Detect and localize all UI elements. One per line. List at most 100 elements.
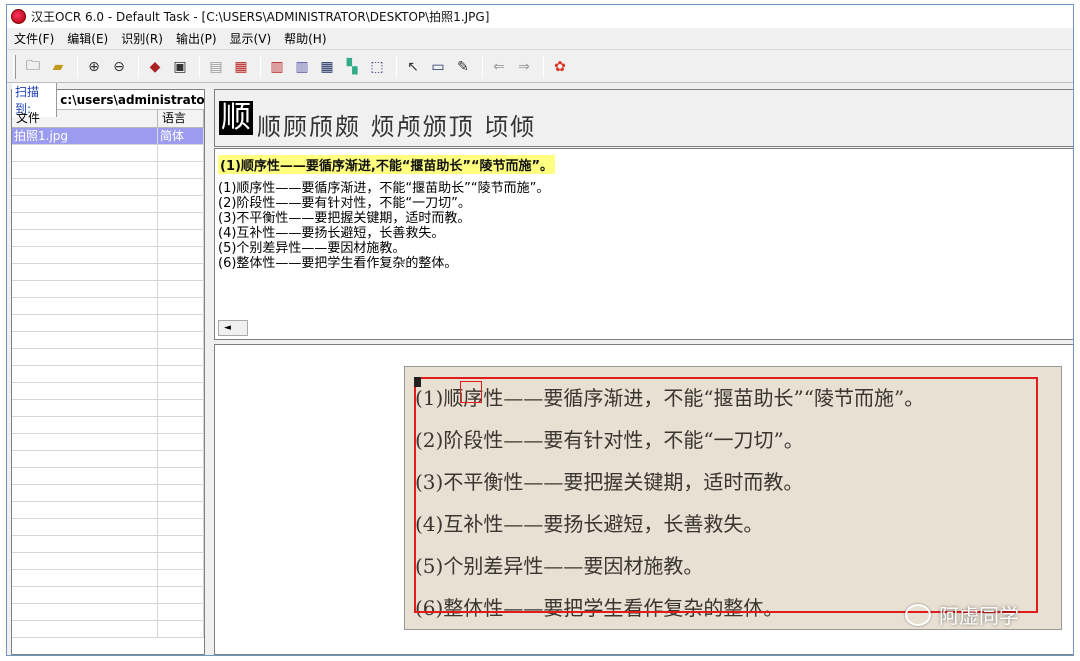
chart-icon[interactable]: ▚ (341, 56, 363, 78)
scan-path: c:\users\administrator (60, 92, 204, 107)
zoom-out-icon[interactable]: ⊖ (108, 56, 130, 78)
file-name (12, 604, 158, 620)
watermark-text: 阿虚同学 (939, 604, 1019, 628)
horizontal-scrollbar[interactable]: ◄ (218, 320, 248, 336)
image-icon[interactable]: ▣ (169, 56, 191, 78)
menu-file[interactable]: 文件(F) (7, 30, 60, 47)
file-row[interactable] (12, 502, 204, 519)
app-window: 汉王OCR 6.0 - Default Task - [C:\USERS\ADM… (6, 4, 1074, 656)
menu-view[interactable]: 显示(V) (223, 30, 278, 47)
menu-edit[interactable]: 编辑(E) (60, 30, 114, 47)
file-name (12, 587, 158, 603)
file-row[interactable] (12, 213, 204, 230)
recognition-region-box[interactable] (414, 377, 1038, 613)
file-row[interactable] (12, 468, 204, 485)
file-language (158, 315, 204, 331)
file-row[interactable] (12, 281, 204, 298)
file-row[interactable] (12, 332, 204, 349)
toolbar-grip[interactable] (13, 54, 16, 79)
file-row[interactable] (12, 179, 204, 196)
column-file[interactable]: 文件 (12, 110, 158, 127)
current-character-box (460, 381, 482, 403)
file-row[interactable] (12, 264, 204, 281)
file-name (12, 366, 158, 382)
recognized-line: (3)不平衡性——要把握关键期，适时而教。 (218, 211, 471, 226)
file-language (158, 400, 204, 416)
toolbar-separator (260, 55, 261, 78)
menu-output[interactable]: 输出(P) (169, 30, 223, 47)
file-name (12, 162, 158, 178)
file-row[interactable] (12, 604, 204, 621)
file-row[interactable] (12, 570, 204, 587)
region-marker (414, 377, 421, 387)
file-row[interactable] (12, 298, 204, 315)
select-icon[interactable]: ⬚ (366, 56, 388, 78)
file-row[interactable] (12, 400, 204, 417)
file-row[interactable] (12, 230, 204, 247)
file-row[interactable] (12, 519, 204, 536)
file-row[interactable] (12, 247, 204, 264)
color-icon[interactable]: ✿ (549, 56, 571, 78)
current-character: 顺 (219, 100, 253, 135)
file-list-header: 文件 语言 (12, 110, 204, 128)
page-icon[interactable]: ▤ (205, 56, 227, 78)
pointer-icon[interactable]: ↖ (402, 56, 424, 78)
file-row[interactable] (12, 485, 204, 502)
file-row[interactable] (12, 417, 204, 434)
menu-bar: 文件(F) 编辑(E) 识别(R) 输出(P) 显示(V) 帮助(H) (7, 28, 1073, 50)
scan-icon[interactable]: ◆ (144, 56, 166, 78)
menu-help[interactable]: 帮助(H) (277, 30, 332, 47)
file-name (12, 434, 158, 450)
back-arrow-icon[interactable]: ⇐ (488, 56, 510, 78)
recognized-line: (2)阶段性——要有针对性，不能“一刀切”。 (218, 196, 471, 211)
file-row[interactable] (12, 196, 204, 213)
folder-icon[interactable]: ▰ (47, 56, 69, 78)
file-language (158, 281, 204, 297)
window-title: 汉王OCR 6.0 - Default Task - [C:\USERS\ADM… (31, 10, 490, 24)
file-panel: 扫描到: c:\users\administrator 文件 语言 拍照1.jp… (11, 82, 205, 655)
file-row[interactable] (12, 451, 204, 468)
columns-icon[interactable]: ▥ (291, 56, 313, 78)
file-name (12, 179, 158, 195)
table-icon[interactable]: ▦ (316, 56, 338, 78)
file-row[interactable] (12, 536, 204, 553)
toolbar-separator (138, 55, 139, 78)
title-bar: 汉王OCR 6.0 - Default Task - [C:\USERS\ADM… (7, 5, 1073, 28)
layout-icon[interactable]: ▥ (266, 56, 288, 78)
file-row[interactable] (12, 145, 204, 162)
file-row[interactable] (12, 553, 204, 570)
toolbar-separator (199, 55, 200, 78)
file-row[interactable] (12, 383, 204, 400)
recognize-icon[interactable]: ▦ (230, 56, 252, 78)
file-name (12, 230, 158, 246)
zoom-in-icon[interactable]: ⊕ (83, 56, 105, 78)
file-row[interactable] (12, 366, 204, 383)
file-row[interactable] (12, 315, 204, 332)
file-row[interactable]: 拍照1.jpg 简体 (12, 128, 204, 145)
toolbar-separator (482, 55, 483, 78)
open-icon[interactable]: 🗀 (22, 56, 44, 78)
file-name (12, 519, 158, 535)
file-language (158, 604, 204, 620)
file-name (12, 570, 158, 586)
file-language (158, 383, 204, 399)
file-row[interactable] (12, 162, 204, 179)
recognized-line: (6)整体性——要把学生看作复杂的整体。 (218, 256, 458, 271)
recognized-line: (4)互补性——要扬长避短，长善救失。 (218, 226, 445, 241)
file-row[interactable] (12, 349, 204, 366)
file-language (158, 145, 204, 161)
file-name (12, 400, 158, 416)
file-row[interactable] (12, 621, 204, 638)
file-row[interactable] (12, 434, 204, 451)
file-name (12, 332, 158, 348)
candidate-characters[interactable]: 顺顾颀颇 烦颅颁顶 顷倾 (257, 107, 536, 142)
file-language (158, 298, 204, 314)
file-row[interactable] (12, 587, 204, 604)
menu-recognize[interactable]: 识别(R) (114, 30, 169, 47)
source-photo[interactable]: (1)顺序性——要循序渐进，不能“揠苗助长”“陵节而施”。 (2)阶段性——要有针… (404, 366, 1062, 630)
region-icon[interactable]: ▭ (427, 56, 449, 78)
recognized-text-pane[interactable]: (1)顺序性——要循序渐进,不能“揠苗助长”“陵节而施”。 (1)顺序性——要循… (214, 148, 1073, 340)
forward-arrow-icon[interactable]: ⇒ (513, 56, 535, 78)
column-language[interactable]: 语言 (158, 110, 204, 127)
pen-icon[interactable]: ✎ (452, 56, 474, 78)
